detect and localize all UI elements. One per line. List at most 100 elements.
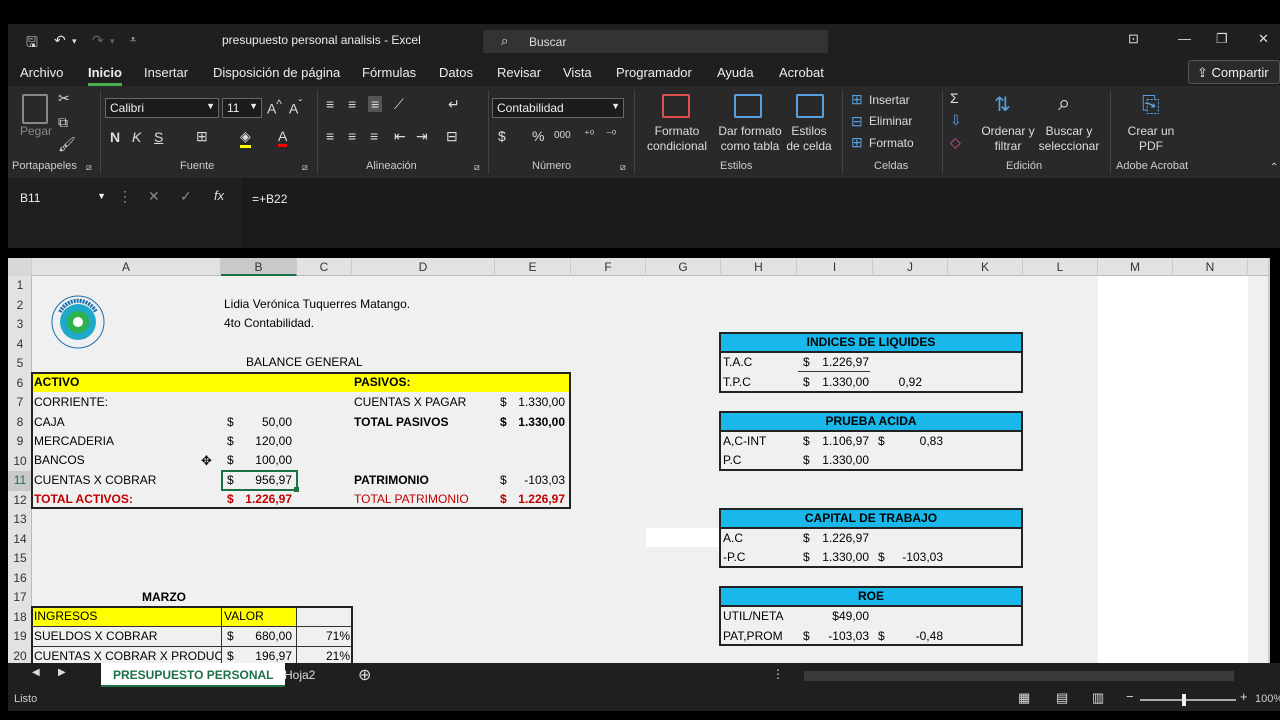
find-select-button[interactable]: Buscar y seleccionar [1036,124,1102,154]
row-header[interactable]: 13 [8,510,32,530]
column-header-g[interactable]: G [646,258,721,276]
scroll-right-icon[interactable]: ▶ [58,667,66,678]
merge-center-icon[interactable]: ⊟ [446,128,458,145]
autosum-icon[interactable]: Σ [950,90,959,106]
zoom-in-icon[interactable]: + [1240,689,1248,704]
select-all-corner[interactable] [8,258,32,276]
formula-input[interactable]: =+B22 [242,178,1280,248]
insert-cells-button[interactable]: Insertar [869,93,910,108]
add-sheet-icon[interactable]: ⊕ [358,665,371,685]
align-top-icon[interactable]: ≡ [326,96,334,112]
cell-styles-button[interactable]: Estilos de celda [784,124,834,154]
row-header[interactable]: 5 [8,354,32,374]
column-header-h[interactable]: H [721,258,797,276]
align-middle-icon[interactable]: ≡ [348,96,356,112]
undo-dropdown-icon[interactable]: ▾ [72,36,77,47]
tab-disposicion[interactable]: Disposición de página [213,65,340,80]
font-launcher-icon[interactable]: ⧄ [302,162,308,173]
column-header-d[interactable]: D [352,258,495,276]
row-header[interactable]: 17 [8,588,32,608]
normal-view-icon[interactable]: ▦ [1018,690,1030,706]
row-header[interactable]: 6 [8,374,32,394]
clipboard-launcher-icon[interactable]: ⧄ [86,162,92,173]
fill-handle[interactable] [294,487,299,492]
font-size-select[interactable]: 11 ▼ [222,98,262,118]
row-header[interactable]: 4 [8,335,32,355]
row-header[interactable]: 3 [8,315,32,335]
cancel-icon[interactable]: ✕ [148,188,160,205]
ribbon-display-icon[interactable]: ⊡ [1128,31,1139,47]
align-center-icon[interactable]: ≡ [348,128,356,144]
increase-decimal-icon[interactable]: ⁺⁰ [584,128,594,141]
decrease-decimal-icon[interactable]: ⁻⁰ [606,128,616,141]
increase-indent-icon[interactable]: ⇥ [416,128,428,145]
tab-formulas[interactable]: Fórmulas [362,65,416,80]
tab-vista[interactable]: Vista [563,65,592,80]
tab-ayuda[interactable]: Ayuda [717,65,754,80]
horizontal-scrollbar[interactable] [804,671,1234,681]
tab-insertar[interactable]: Insertar [144,65,188,80]
zoom-out-icon[interactable]: − [1126,689,1134,704]
shrink-font-icon[interactable]: Aˇ [289,98,302,117]
sort-filter-button[interactable]: Ordenar y filtrar [980,124,1036,154]
format-cells-button[interactable]: Formato [869,136,914,151]
row-header[interactable]: 18 [8,608,32,628]
orientation-icon[interactable]: ⟋ [394,96,404,113]
column-header-c[interactable]: C [297,258,352,276]
borders-icon[interactable]: ⊞ [196,128,208,145]
zoom-level[interactable]: 100% [1255,693,1280,705]
tab-acrobat[interactable]: Acrobat [779,65,824,80]
tab-datos[interactable]: Datos [439,65,473,80]
zoom-slider-thumb[interactable] [1182,694,1186,706]
tab-archivo[interactable]: Archivo [20,65,63,80]
vertical-scrollbar[interactable] [1268,258,1270,663]
conditional-format-button[interactable]: Formato condicional [640,124,714,154]
row-header[interactable]: 15 [8,549,32,569]
page-break-icon[interactable]: ▥ [1092,690,1104,706]
restore-icon[interactable]: ❐ [1216,31,1228,47]
column-header-m[interactable]: M [1098,258,1173,276]
format-painter-icon[interactable]: 🖌 [58,136,76,153]
row-header[interactable]: 20 [8,647,32,664]
alignment-launcher-icon[interactable]: ⧄ [474,162,480,173]
column-header-i[interactable]: I [797,258,873,276]
sheet-tab-presupuesto[interactable]: PRESUPUESTO PERSONAL [101,663,286,687]
column-header-k[interactable]: K [948,258,1023,276]
tab-inicio[interactable]: Inicio [88,65,122,86]
format-table-button[interactable]: Dar formato como tabla [714,124,786,154]
row-header-selected[interactable]: 11 [8,471,32,491]
paste-icon[interactable] [22,94,48,124]
sheet-tab-hoja2[interactable]: Hoja2 [272,663,327,687]
tab-programador[interactable]: Programador [616,65,692,80]
spreadsheet-grid[interactable]: A B C D E F G H I J K L M N 1 2 3 4 5 6 … [8,258,1270,663]
fill-icon[interactable]: ⇩ [950,112,962,129]
tab-revisar[interactable]: Revisar [497,65,541,80]
column-header-n[interactable]: N [1173,258,1248,276]
scroll-left-icon[interactable]: ◀ [32,667,40,678]
row-header[interactable]: 2 [8,296,32,316]
fill-color-icon[interactable]: ◈ [240,128,251,148]
row-header[interactable]: 16 [8,569,32,589]
align-left-icon[interactable]: ≡ [326,128,334,144]
align-right-icon[interactable]: ≡ [370,128,378,144]
thousands-button[interactable]: 000 [554,130,571,141]
share-button[interactable]: ⇪ Compartir [1188,60,1280,84]
row-header[interactable]: 19 [8,627,32,647]
row-header[interactable]: 8 [8,413,32,433]
underline-button[interactable]: S [154,129,163,145]
delete-cells-button[interactable]: Eliminar [869,114,912,129]
column-header-a[interactable]: A [32,258,221,276]
italic-button[interactable]: K [132,129,141,145]
redo-dropdown-icon[interactable]: ▾ [110,36,115,47]
row-header[interactable]: 9 [8,432,32,452]
create-pdf-button[interactable]: Crear un PDF [1124,124,1178,154]
font-color-icon[interactable]: A [278,128,288,147]
column-header-l[interactable]: L [1023,258,1098,276]
close-icon[interactable]: ✕ [1258,31,1269,47]
collapse-ribbon-icon[interactable]: ⌃ [1270,162,1278,173]
number-launcher-icon[interactable]: ⧄ [620,162,626,173]
customize-toolbar-icon[interactable]: ⩡ [130,34,136,47]
insert-function-icon[interactable]: fx [214,188,224,203]
percent-button[interactable]: % [532,128,544,144]
column-header-b[interactable]: B [221,258,297,276]
